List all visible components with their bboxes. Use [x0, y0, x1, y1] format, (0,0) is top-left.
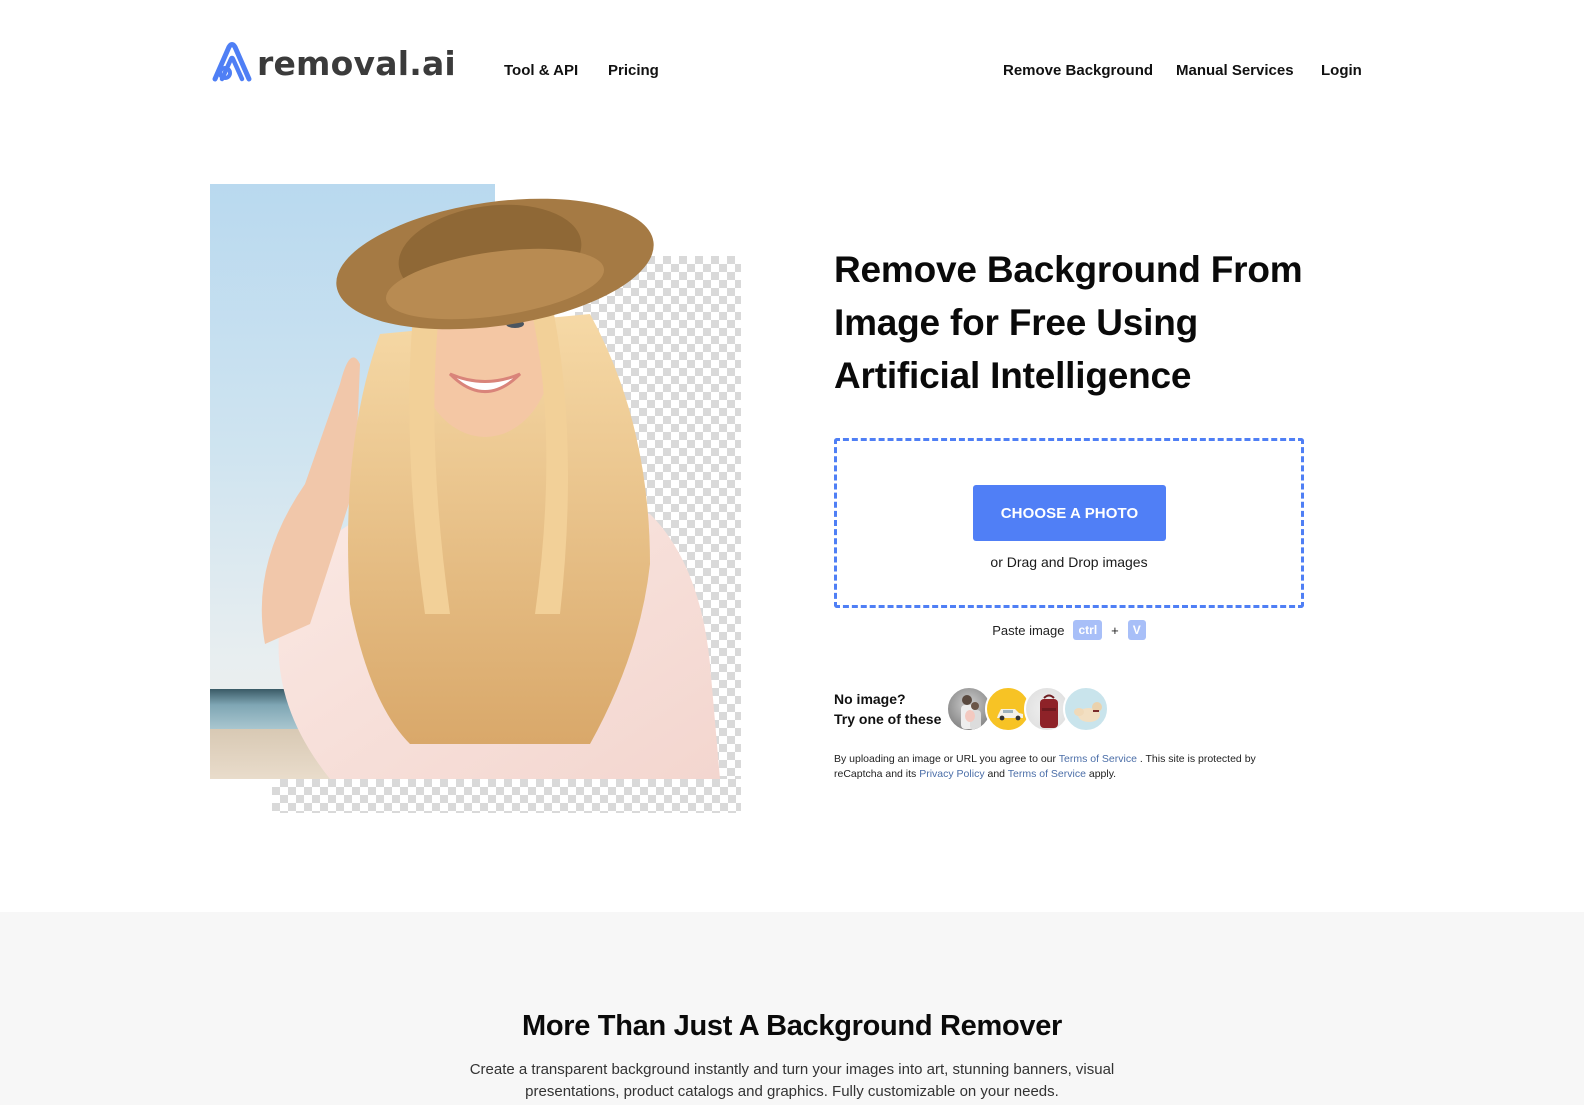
nav-remove-background[interactable]: Remove Background [1003, 62, 1153, 79]
ctrl-key-badge: ctrl [1073, 620, 1103, 640]
logo-icon [212, 42, 252, 82]
dog-icon [1074, 702, 1102, 722]
v-key-badge: V [1127, 620, 1146, 640]
page: removal.ai Tool & API Pricing Remove Bac… [0, 0, 1584, 1105]
terms-of-service-link-2[interactable]: Terms of Service [1008, 768, 1086, 780]
privacy-policy-link[interactable]: Privacy Policy [919, 768, 984, 780]
sample-label-line2: Try one of these [834, 711, 942, 727]
hero-image [210, 184, 741, 813]
plus-sign: + [1111, 622, 1119, 638]
choose-photo-button[interactable]: CHOOSE A PHOTO [973, 485, 1166, 541]
nav-manual-services[interactable]: Manual Services [1176, 62, 1294, 79]
sample-dog-photo[interactable] [1063, 686, 1109, 732]
drag-drop-hint: or Drag and Drop images [990, 554, 1148, 570]
terms-of-service-link[interactable]: Terms of Service [1059, 753, 1137, 765]
sample-thumbnails [946, 686, 1109, 732]
upload-dropzone[interactable]: CHOOSE A PHOTO or Drag and Drop images [834, 438, 1304, 608]
legal-text-1: By uploading an image or URL you agree t… [834, 753, 1059, 765]
woman-subject [261, 198, 720, 779]
hero-title: Remove Background From Image for Free Us… [834, 249, 1303, 396]
nav-pricing[interactable]: Pricing [608, 62, 659, 79]
legal-notice: By uploading an image or URL you agree t… [834, 752, 1294, 782]
sample-images: No image? Try one of these [834, 686, 1109, 732]
features-title: More Than Just A Background Remover [521, 1010, 1063, 1042]
sample-images-label: No image? Try one of these [834, 689, 946, 729]
paste-hint: Paste image ctrl + V [834, 620, 1304, 640]
nav-login[interactable]: Login [1321, 62, 1362, 79]
paste-label: Paste image [992, 622, 1065, 638]
sample-label-line1: No image? [834, 691, 906, 707]
features-section: More Than Just A Background Remover Crea… [0, 912, 1584, 1105]
legal-text-4: apply. [1085, 768, 1117, 780]
transparency-checkerboard-bottom [272, 779, 741, 813]
logo-link[interactable]: removal.ai [209, 41, 456, 83]
logo-text: removal.ai [257, 43, 456, 83]
legal-text-3: and [984, 768, 1008, 780]
nav-tool-api[interactable]: Tool & API [504, 62, 578, 79]
features-description: Create a transparent background instantl… [469, 1061, 1115, 1100]
